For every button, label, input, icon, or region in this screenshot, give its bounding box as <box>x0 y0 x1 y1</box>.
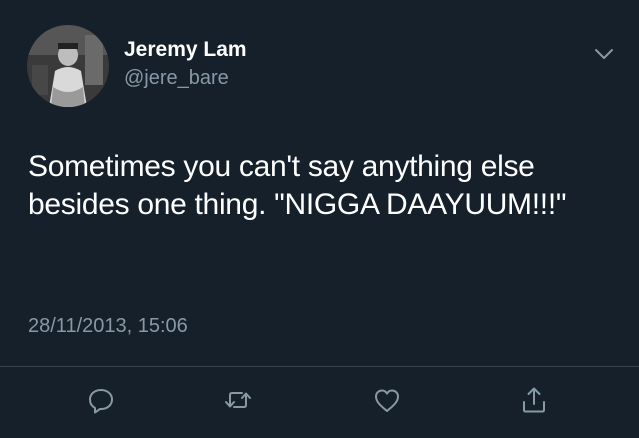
like-button[interactable] <box>367 380 407 420</box>
divider <box>0 366 639 367</box>
author-display-name[interactable]: Jeremy Lam <box>124 38 247 62</box>
share-icon <box>523 387 545 413</box>
author-handle[interactable]: @jere_bare <box>124 67 229 90</box>
tweet-timestamp[interactable]: 28/11/2013, 15:06 <box>28 315 188 338</box>
retweet-button[interactable] <box>218 380 258 420</box>
tweet-card: Jeremy Lam @jere_bare Sometimes you can'… <box>0 0 639 438</box>
heart-icon <box>375 389 399 412</box>
retweet-icon <box>225 392 251 408</box>
share-button[interactable] <box>514 380 554 420</box>
tweet-text: Sometimes you can't say anything else be… <box>28 150 567 221</box>
reply-button[interactable] <box>81 380 121 420</box>
avatar-photo <box>27 25 109 107</box>
tweet-actions <box>0 380 639 424</box>
chevron-down-icon[interactable] <box>592 46 616 62</box>
avatar[interactable] <box>27 25 109 107</box>
reply-icon <box>89 389 113 414</box>
